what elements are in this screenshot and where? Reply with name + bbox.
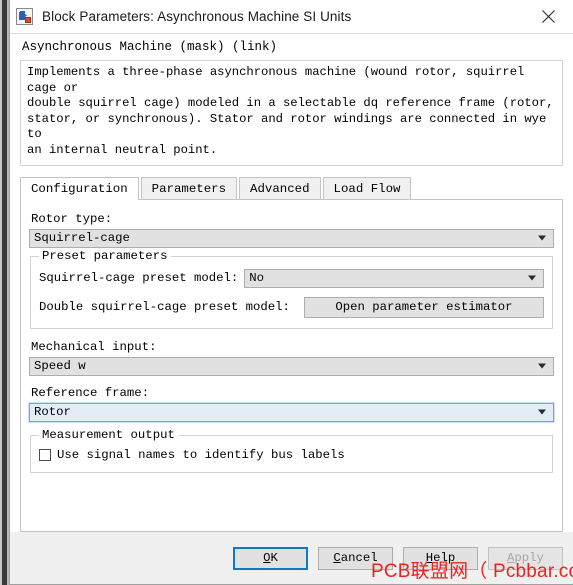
title-bar: Block Parameters: Asynchronous Machine S… xyxy=(10,0,573,34)
cancel-button[interactable]: Cancel xyxy=(318,546,393,570)
mask-header: Asynchronous Machine (mask) (link) xyxy=(22,40,278,54)
tab-load-flow[interactable]: Load Flow xyxy=(322,176,412,199)
chevron-down-icon xyxy=(538,409,546,415)
use-signal-names-row[interactable]: Use signal names to identify bus labels xyxy=(39,446,544,462)
chevron-down-icon xyxy=(538,235,546,241)
preset-parameters-title: Preset parameters xyxy=(39,248,172,263)
tab-advanced[interactable]: Advanced xyxy=(239,176,321,199)
squirrel-cage-preset-label: Squirrel-cage preset model: xyxy=(39,271,239,286)
ok-button[interactable]: OK xyxy=(233,546,308,570)
apply-button-label: Apply xyxy=(507,551,544,565)
mechanical-input-select[interactable]: Speed w xyxy=(29,356,554,376)
squirrel-cage-preset-value: No xyxy=(249,271,265,286)
measurement-output-title: Measurement output xyxy=(39,427,179,442)
help-button[interactable]: Help xyxy=(403,546,478,570)
tab-strip: Configuration Parameters Advanced Load F… xyxy=(20,176,563,200)
chevron-down-icon xyxy=(528,275,536,281)
rotor-type-value: Squirrel-cage xyxy=(34,231,130,246)
reference-frame-label: Reference frame: xyxy=(31,385,150,400)
tab-parameters[interactable]: Parameters xyxy=(140,176,238,199)
reference-frame-value: Rotor xyxy=(34,405,71,420)
double-squirrel-cage-preset-label: Double squirrel-cage preset model: xyxy=(39,300,290,315)
cancel-button-label: Cancel xyxy=(333,551,378,565)
squirrel-cage-preset-select[interactable]: No xyxy=(244,268,544,288)
mechanical-input-value: Speed w xyxy=(34,359,86,374)
rotor-type-select[interactable]: Squirrel-cage xyxy=(29,228,554,248)
help-button-label: Help xyxy=(425,551,456,565)
window-title: Block Parameters: Asynchronous Machine S… xyxy=(42,9,352,24)
double-squirrel-cage-preset-row: Double squirrel-cage preset model: Open … xyxy=(39,296,544,318)
squirrel-cage-preset-row: Squirrel-cage preset model: No xyxy=(39,268,544,288)
use-signal-names-checkbox[interactable] xyxy=(39,448,51,461)
use-signal-names-label: Use signal names to identify bus labels xyxy=(57,447,345,462)
mechanical-input-label: Mechanical input: xyxy=(31,339,157,354)
apply-button: Apply xyxy=(488,546,563,570)
preset-parameters-group: Preset parameters Squirrel-cage preset m… xyxy=(30,248,553,329)
rotor-type-label: Rotor type: xyxy=(31,211,113,226)
dialog-content: Asynchronous Machine (mask) (link) Imple… xyxy=(10,34,573,532)
dialog-button-bar: OK Cancel Help Apply xyxy=(10,532,573,584)
measurement-output-group: Measurement output Use signal names to i… xyxy=(30,427,553,473)
configuration-panel: Rotor type: Squirrel-cage Preset paramet… xyxy=(20,199,563,532)
reference-frame-select[interactable]: Rotor xyxy=(28,401,555,423)
close-icon[interactable] xyxy=(535,4,561,30)
block-parameters-dialog: Block Parameters: Asynchronous Machine S… xyxy=(9,0,573,585)
simulink-block-icon xyxy=(16,8,33,25)
chevron-down-icon xyxy=(538,363,546,369)
open-parameter-estimator-button[interactable]: Open parameter estimator xyxy=(303,296,544,318)
mask-description: Implements a three-phase asynchronous ma… xyxy=(20,60,563,166)
ok-button-label: OK xyxy=(263,551,278,565)
tab-configuration[interactable]: Configuration xyxy=(20,176,139,200)
